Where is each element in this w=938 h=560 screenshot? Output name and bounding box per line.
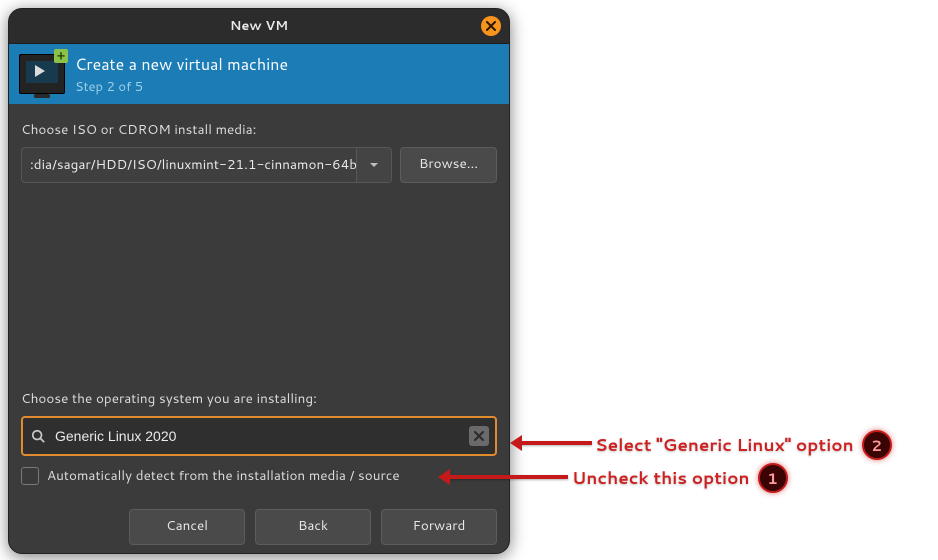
iso-path-text: :dia/sagar/HDD/ISO/linuxmint-21.1-cinnam… <box>22 148 356 182</box>
os-search-field[interactable] <box>21 416 497 456</box>
clear-search-button[interactable] <box>469 426 489 446</box>
dialog-footer: Cancel Back Forward <box>9 509 509 545</box>
autodetect-label: Automatically detect from the installati… <box>47 466 400 485</box>
banner-step: Step 2 of 5 <box>75 78 288 96</box>
browse-button[interactable]: Browse... <box>400 147 497 183</box>
wizard-banner: Create a new virtual machine Step 2 of 5 <box>9 44 509 104</box>
annotation-badge-1: 1 <box>758 463 788 493</box>
annotation-1: Uncheck this option 1 <box>572 463 788 493</box>
search-icon <box>29 427 47 445</box>
titlebar: New VM <box>9 9 509 44</box>
annotation-badge-2: 2 <box>862 430 892 460</box>
annotation-2: Select "Generic Linux" option 2 <box>595 430 892 460</box>
clear-icon <box>474 431 484 441</box>
iso-dropdown-button[interactable] <box>356 148 391 182</box>
annotation-arrow-1 <box>448 475 568 479</box>
media-label: Choose ISO or CDROM install media: <box>21 120 497 139</box>
banner-heading: Create a new virtual machine <box>75 53 288 76</box>
forward-button[interactable]: Forward <box>381 509 497 545</box>
close-button[interactable] <box>481 16 501 36</box>
chevron-down-icon <box>368 159 380 171</box>
cancel-button[interactable]: Cancel <box>129 509 245 545</box>
back-button[interactable]: Back <box>255 509 371 545</box>
iso-path-combo[interactable]: :dia/sagar/HDD/ISO/linuxmint-21.1-cinnam… <box>21 147 392 183</box>
autodetect-checkbox[interactable] <box>21 467 39 485</box>
os-label: Choose the operating system you are inst… <box>21 389 497 408</box>
os-search-input[interactable] <box>53 427 469 445</box>
new-vm-dialog: New VM Create a new virtual machine Step… <box>8 8 510 554</box>
close-icon <box>486 21 496 31</box>
annotation-arrow-2 <box>520 441 592 445</box>
vm-icon <box>19 54 65 94</box>
window-title: New VM <box>230 17 288 35</box>
